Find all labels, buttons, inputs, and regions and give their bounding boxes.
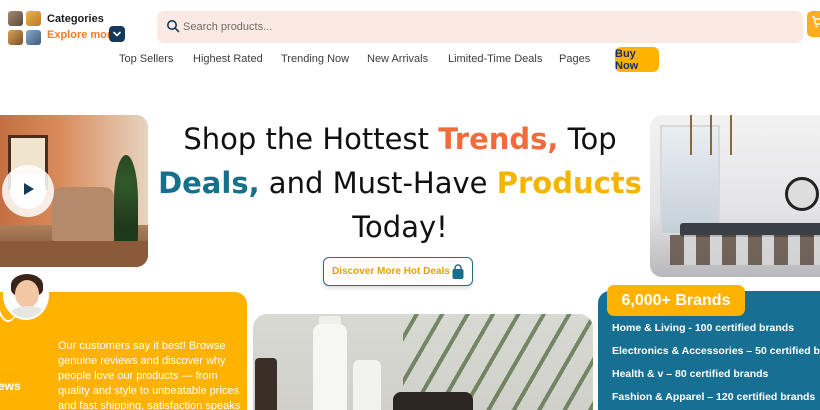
search-input[interactable] xyxy=(183,11,783,43)
categories-menu[interactable]: Categories Explore more xyxy=(8,10,138,50)
brand-line[interactable]: Fashion & Apparel – 120 certified brands xyxy=(612,391,815,403)
headline-highlight-trends: Trends, xyxy=(438,122,559,156)
nav-limited-time-deals[interactable]: Limited-Time Deals xyxy=(448,53,542,65)
category-thumb xyxy=(26,30,41,45)
nav-pages[interactable]: Pages xyxy=(559,53,590,65)
brand-line[interactable]: Home & Living - 100 certified brands xyxy=(612,322,794,334)
cart-icon xyxy=(811,15,820,34)
categories-title: Categories xyxy=(47,13,104,25)
search-icon[interactable] xyxy=(166,19,182,35)
hero-headline: Shop the Hottest Trends, Top Deals, and … xyxy=(150,117,650,249)
category-thumbnails xyxy=(8,10,42,48)
hero-image-living-room xyxy=(0,115,148,267)
nav-top-sellers[interactable]: Top Sellers xyxy=(119,53,173,65)
brand-line[interactable]: Health & v – 80 certified brands xyxy=(612,368,768,380)
nav-new-arrivals[interactable]: New Arrivals xyxy=(367,53,428,65)
play-video-button[interactable] xyxy=(2,165,54,217)
reviews-card-heading: ews xyxy=(0,379,21,393)
product-photo-card xyxy=(253,314,593,410)
search-bar[interactable] xyxy=(157,11,803,43)
headline-highlight-products: Products xyxy=(496,166,642,200)
headline-text: and Must-Have xyxy=(259,166,497,200)
headline-text: Top xyxy=(558,122,617,156)
category-thumb xyxy=(26,11,41,26)
headline-highlight-deals: Deals, xyxy=(158,166,260,200)
main-nav: Top Sellers Highest Rated Trending Now N… xyxy=(0,47,820,73)
cart-button[interactable] xyxy=(807,11,820,37)
reviews-card-text: Our customers say it best! Browse genuin… xyxy=(58,340,241,410)
headline-text: Today! xyxy=(352,210,448,244)
headline-text: Shop the Hottest xyxy=(183,122,439,156)
category-thumb xyxy=(8,30,23,45)
avatar xyxy=(3,270,49,320)
hero-image-dining-room xyxy=(650,115,820,277)
category-thumb xyxy=(8,11,23,26)
brand-line[interactable]: Electronics & Accessories – 50 certified… xyxy=(612,345,820,357)
discover-more-button[interactable]: Discover More Hot Deals xyxy=(323,257,473,286)
shopping-bag-icon xyxy=(451,264,465,285)
play-icon xyxy=(19,180,37,203)
nav-trending-now[interactable]: Trending Now xyxy=(281,53,349,65)
discover-more-label: Discover More Hot Deals xyxy=(332,266,450,277)
chevron-down-icon[interactable] xyxy=(109,26,125,42)
brands-badge: 6,000+ Brands xyxy=(607,285,745,316)
explore-more-link[interactable]: Explore more xyxy=(47,29,117,41)
nav-highest-rated[interactable]: Highest Rated xyxy=(193,53,263,65)
buy-now-button[interactable]: Buy Now xyxy=(615,47,659,72)
